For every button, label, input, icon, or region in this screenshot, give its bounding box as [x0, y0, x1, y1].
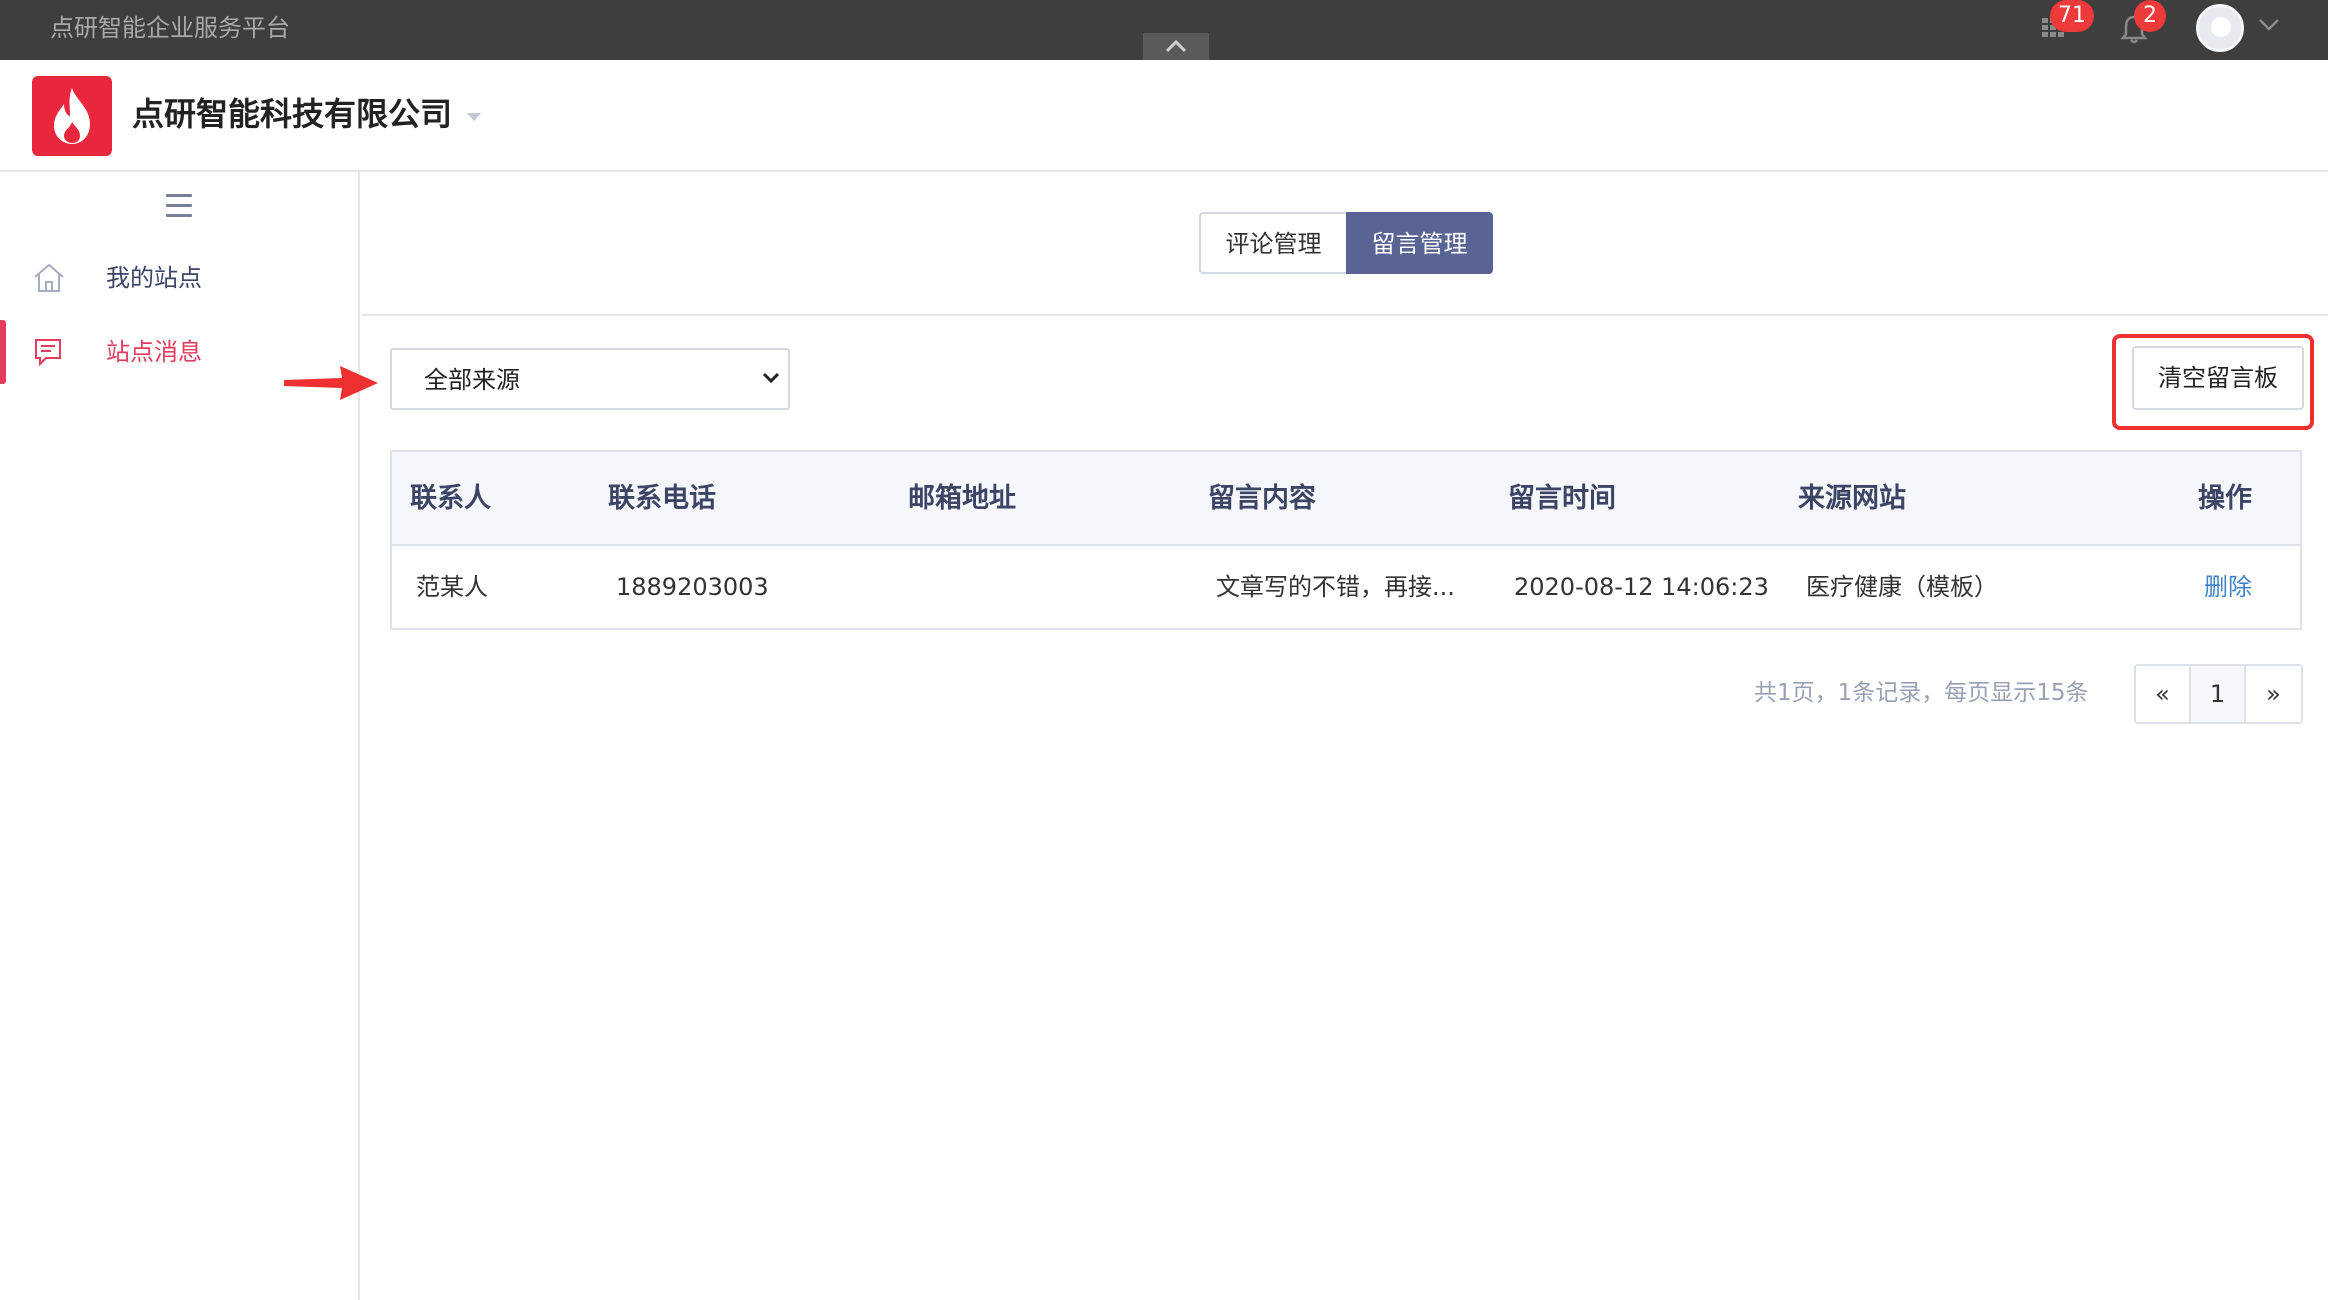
source-filter-value: 全部来源 — [424, 366, 520, 394]
column-header-contact: 联系人 — [410, 483, 491, 514]
next-page-button[interactable]: » — [2246, 666, 2301, 722]
message-icon — [35, 339, 61, 367]
tab-comment-management[interactable]: 评论管理 — [1199, 212, 1346, 274]
home-icon — [34, 263, 64, 292]
platform-title: 点研智能企业服务平台 — [50, 14, 290, 42]
source-filter-select[interactable]: 全部来源 — [390, 348, 790, 410]
top-bar: 点研智能企业服务平台 71 2 — [0, 0, 2328, 60]
chevron-down-icon — [762, 372, 780, 384]
company-name[interactable]: 点研智能科技有限公司 — [132, 92, 452, 136]
sidebar: 我的站点 站点消息 — [0, 172, 360, 1300]
cell-time: 2020-08-12 14:06:23 — [1514, 573, 1769, 601]
flame-icon — [54, 88, 90, 144]
pagination-info: 共1页，1条记录，每页显示15条 — [1754, 680, 2089, 706]
clear-message-board-button[interactable]: 清空留言板 — [2132, 346, 2304, 410]
menu-toggle-icon[interactable] — [166, 194, 192, 224]
chevron-up-icon — [1165, 39, 1187, 53]
tab-bar: 评论管理 留言管理 — [362, 172, 2328, 316]
page-number-button[interactable]: 1 — [2191, 666, 2246, 722]
column-header-content: 留言内容 — [1208, 483, 1316, 514]
sidebar-item-my-sites[interactable]: 我的站点 — [0, 246, 360, 310]
column-header-time: 留言时间 — [1508, 483, 1616, 514]
chevron-down-icon[interactable] — [2258, 18, 2280, 32]
column-header-phone: 联系电话 — [608, 483, 716, 514]
column-header-action: 操作 — [2198, 483, 2252, 514]
pagination: « 1 » — [2134, 664, 2303, 724]
prev-page-button[interactable]: « — [2136, 666, 2191, 722]
cell-phone: 1889203003 — [616, 573, 769, 601]
cell-content: 文章写的不错，再接... — [1216, 573, 1455, 601]
company-logo — [32, 76, 112, 156]
cell-contact: 范某人 — [416, 573, 488, 601]
table-header: 联系人 联系电话 邮箱地址 留言内容 留言时间 来源网站 操作 — [392, 452, 2300, 546]
caret-down-icon[interactable] — [466, 112, 482, 122]
column-header-source: 来源网站 — [1798, 483, 1906, 514]
collapse-header-button[interactable] — [1143, 33, 1209, 60]
delete-link[interactable]: 删除 — [2204, 570, 2252, 604]
company-header: 点研智能科技有限公司 — [0, 60, 2328, 172]
active-indicator — [0, 320, 6, 384]
sidebar-item-label: 我的站点 — [106, 264, 202, 292]
messages-table: 联系人 联系电话 邮箱地址 留言内容 留言时间 来源网站 操作 范某人 1889… — [390, 450, 2302, 630]
sidebar-item-label: 站点消息 — [106, 338, 202, 366]
avatar[interactable] — [2196, 4, 2244, 52]
tab-message-management[interactable]: 留言管理 — [1346, 212, 1493, 274]
annotation-arrow-icon — [284, 366, 378, 400]
apps-badge: 71 — [2050, 0, 2094, 32]
table-row: 范某人 1889203003 文章写的不错，再接... 2020-08-12 1… — [392, 546, 2300, 630]
notifications-badge: 2 — [2134, 0, 2166, 32]
column-header-email: 邮箱地址 — [908, 483, 1016, 514]
cell-source: 医疗健康（模板） — [1806, 573, 1998, 601]
